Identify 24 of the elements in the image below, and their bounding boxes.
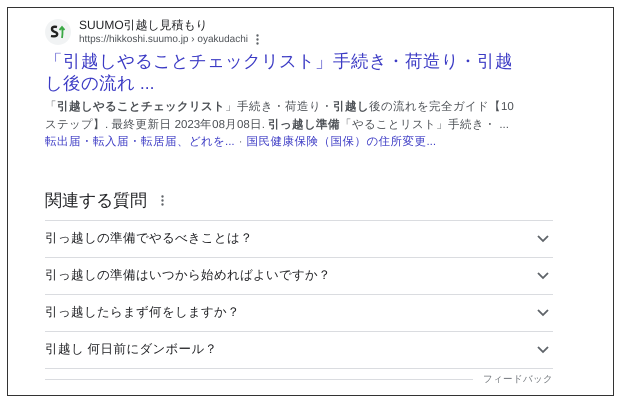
chevron-down-icon	[537, 234, 549, 242]
section-heading: 関連する質問	[45, 190, 147, 212]
question-row[interactable]: 引越し 何日前にダンボール？	[45, 332, 553, 368]
feedback-link[interactable]: フィードバック	[483, 372, 553, 387]
question-text: 引っ越しの準備はいつから始めればよいですか？	[45, 267, 331, 284]
more-options-icon[interactable]	[256, 34, 259, 45]
chevron-down-icon	[537, 346, 549, 354]
sitelink[interactable]: 国民健康保険（国保）の住所変更...	[246, 134, 436, 150]
result-snippet: 「引越しやることチェックリスト」手続き・荷造り・引越し後の流れを完全ガイド【10ステップ】. 最終更新日 2023年08月08日. 引っ越し準備「やることリスト」手続き・ ...	[45, 99, 515, 133]
site-url: https://hikkoshi.suumo.jp › oyakudachi	[79, 33, 248, 46]
separator: ·	[238, 135, 242, 150]
question-row[interactable]: 引っ越したらまず何をしますか？	[45, 294, 553, 332]
question-text: 引っ越したらまず何をしますか？	[45, 304, 240, 322]
question-text: 引越し 何日前にダンボール？	[45, 341, 218, 358]
question-row[interactable]: 引っ越しの準備はいつから始めればよいですか？	[45, 258, 553, 294]
question-row[interactable]: 引っ越しの準備でやるべきことは？	[45, 220, 553, 258]
chevron-down-icon	[537, 272, 549, 280]
more-options-icon[interactable]	[161, 195, 164, 206]
site-logo-icon	[45, 19, 71, 45]
result-title-link[interactable]: 「引越しやることチェックリスト」手続き・荷造り・引越し後の流れ ...	[45, 50, 513, 94]
sitelink[interactable]: 転出届・転入届・転居届、どれを...	[45, 134, 235, 150]
question-text: 引っ越しの準備でやるべきことは？	[45, 230, 253, 248]
chevron-down-icon	[537, 308, 549, 316]
site-name: SUUMO引越し見積もり	[79, 18, 209, 33]
